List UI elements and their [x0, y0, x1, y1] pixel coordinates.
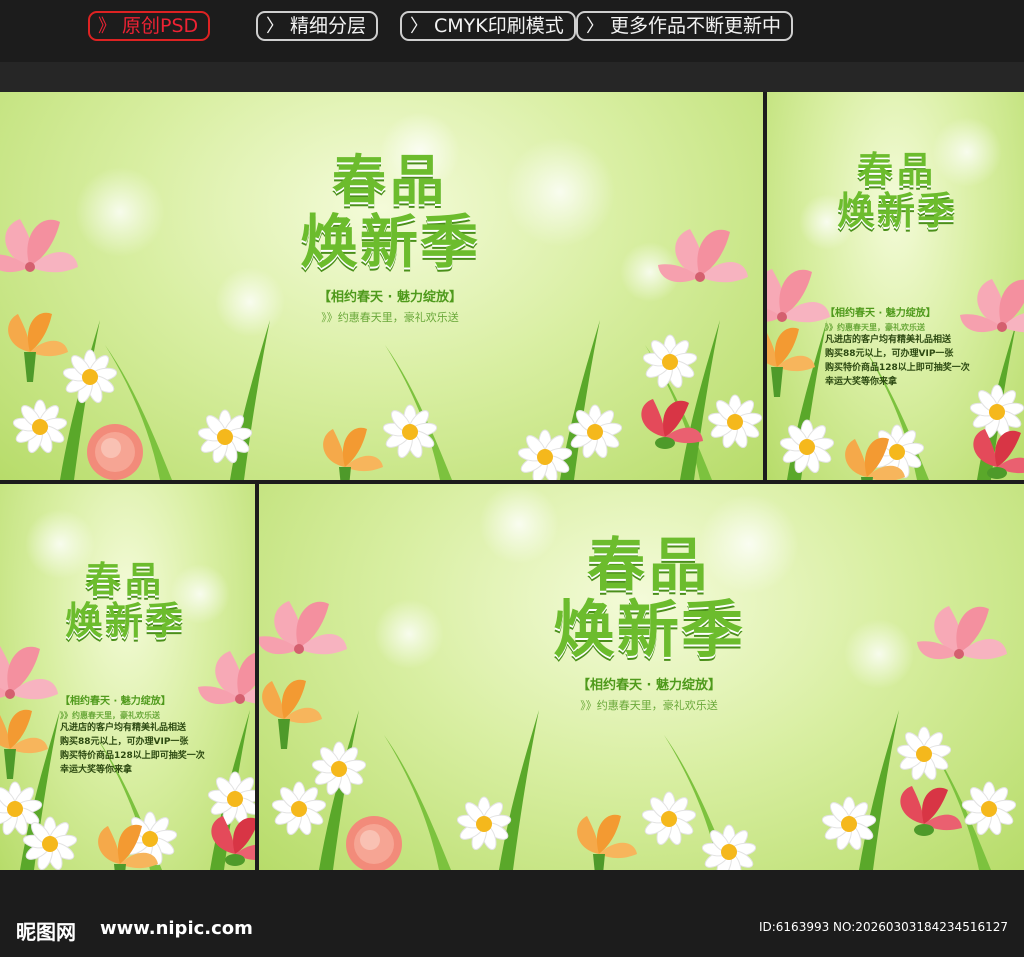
poster-title-line1: 春品 — [856, 150, 937, 191]
list-item: 购买88元以上，可办理VIP一张 — [825, 348, 954, 359]
poster-panel-narrow: 春品 焕新季 【相约春天 · 魅力绽放】 》》约惠春天里，豪礼欢乐送 凡进店的客… — [767, 92, 1024, 480]
poster-title-block: 春品 焕新季 【相约春天 · 魅力绽放】 》》约惠春天里，豪礼欢乐送 — [499, 534, 799, 713]
poster-title-line2: 焕新季 — [836, 189, 957, 233]
poster-subline: 》》约惠春天里，豪礼欢乐送 — [580, 699, 718, 712]
poster-title-block: 春品 焕新季 — [797, 150, 997, 233]
poster-title-line2: 焕新季 — [299, 208, 480, 276]
list-item: 幸运大奖等你来拿 — [825, 376, 898, 387]
tag-more-works: 〉更多作品不断更新中 — [576, 11, 794, 41]
poster-subline: 》》约惠春天里，豪礼欢乐送 — [60, 710, 160, 720]
list-item: 购买特价商品128以上即可抽奖一次 — [60, 750, 205, 761]
tag-cmyk: 〉 CMYK印刷模式 — [400, 11, 576, 41]
poster-subline: 》》约惠春天里，豪礼欢乐送 — [825, 322, 925, 332]
poster-panel-main: 春品 焕新季 【相约春天 · 魅力绽放】 》》约惠春天里，豪礼欢乐送 — [0, 92, 763, 480]
chevron-icon: 〉 — [410, 16, 428, 37]
poster-slogan: 【相约春天 · 魅力绽放】 — [825, 308, 936, 319]
poster-title-line2: 焕新季 — [64, 599, 185, 643]
poster-title-line2: 焕新季 — [552, 593, 745, 666]
divider-strip — [0, 62, 1024, 92]
poster-panel-wide: 春品 焕新季 【相约春天 · 魅力绽放】 》》约惠春天里，豪礼欢乐送 — [259, 484, 1024, 870]
poster-subline: 》》约惠春天里，豪礼欢乐送 — [321, 311, 459, 324]
list-item: 幸运大奖等你来拿 — [60, 764, 133, 775]
site-logo: 昵图网 — [16, 920, 76, 944]
site-url: www.nipic.com — [100, 918, 253, 939]
poster-title-block: 春品 焕新季 — [30, 560, 220, 643]
list-item: 购买88元以上，可办理VIP一张 — [60, 736, 189, 747]
tag-fine-layers: 〉精细分层 — [256, 11, 379, 41]
list-item: 购买特价商品128以上即可抽奖一次 — [825, 362, 970, 373]
poster-art — [0, 509, 255, 870]
poster-title-line1: 春品 — [332, 149, 448, 212]
tag-original-psd: 》原创PSD — [88, 11, 211, 41]
poster-slogan: 【相约春天 · 魅力绽放】 — [60, 696, 171, 707]
chevron-icon: 〉 — [266, 16, 284, 37]
poster-slogan: 【相约春天 · 魅力绽放】 — [577, 678, 721, 693]
poster-title-block: 春品 焕新季 【相约春天 · 魅力绽放】 》》约惠春天里，豪礼欢乐送 — [250, 152, 530, 325]
poster-slogan: 【相约春天 · 魅力绽放】 — [318, 290, 462, 305]
image-id-text: ID:6163993 NO:20260303184234516127 — [758, 920, 1008, 934]
chevron-icon: 〉 — [586, 16, 604, 37]
offer-list: 【相约春天 · 魅力绽放】 》》约惠春天里，豪礼欢乐送 凡进店的客户均有精美礼品… — [825, 306, 970, 390]
poster-panel-small: 春品 焕新季 【相约春天 · 魅力绽放】 》》约惠春天里，豪礼欢乐送 凡进店的客… — [0, 484, 255, 870]
chevron-icon: 》 — [98, 16, 116, 37]
poster-title-line1: 春品 — [84, 560, 165, 601]
offer-list: 【相约春天 · 魅力绽放】 》》约惠春天里，豪礼欢乐送 凡进店的客户均有精美礼品… — [60, 694, 205, 778]
poster-title-line1: 春品 — [586, 531, 711, 599]
list-item: 凡进店的客户均有精美礼品相送 — [825, 334, 952, 345]
list-item: 凡进店的客户均有精美礼品相送 — [60, 722, 187, 733]
